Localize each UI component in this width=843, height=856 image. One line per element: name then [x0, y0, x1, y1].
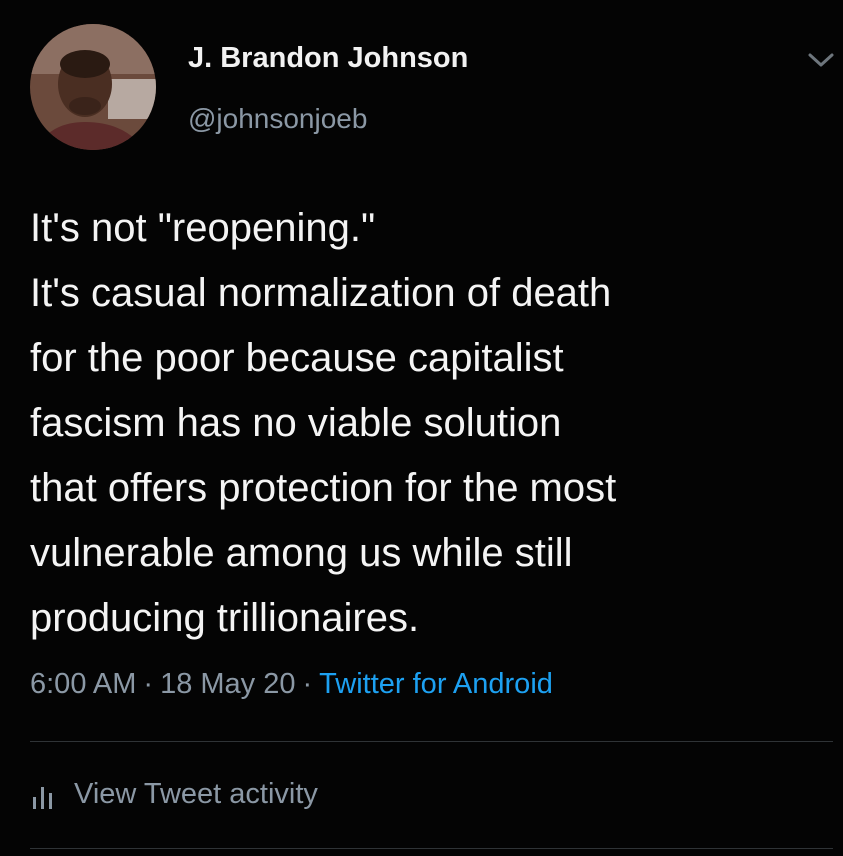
- tweet-text-line: that offers protection for the most: [30, 466, 617, 510]
- display-name[interactable]: J. Brandon Johnson: [188, 42, 468, 75]
- divider: [30, 848, 833, 849]
- user-handle[interactable]: @johnsonjoeb: [188, 103, 367, 135]
- tweet-date[interactable]: 18 May 20: [160, 668, 295, 700]
- meta-separator: ·: [143, 668, 154, 700]
- user-avatar-icon: [30, 24, 156, 150]
- tweet-source-link[interactable]: Twitter for Android: [319, 668, 553, 700]
- chevron-down-icon[interactable]: [806, 48, 836, 72]
- tweet-text-line: for the poor because capitalist: [30, 336, 564, 380]
- tweet-text-line: producing trillionaires.: [30, 596, 420, 640]
- tweet-text: It's not "reopening." It's casual normal…: [30, 196, 830, 651]
- tweet-text-line: fascism has no viable solution: [30, 401, 562, 445]
- tweet-time[interactable]: 6:00 AM: [30, 668, 136, 700]
- avatar[interactable]: [30, 24, 156, 150]
- divider: [30, 741, 833, 742]
- tweet-text-line: It's not "reopening.": [30, 206, 376, 250]
- bar-chart-icon: [30, 781, 56, 811]
- view-tweet-activity-label: View Tweet activity: [74, 777, 318, 810]
- tweet-meta: 6:00 AM · 18 May 20 · Twitter for Android: [30, 668, 553, 701]
- tweet-text-line: vulnerable among us while still: [30, 531, 573, 575]
- tweet-text-line: It's casual normalization of death: [30, 271, 612, 315]
- view-tweet-activity-button[interactable]: View Tweet activity: [30, 774, 318, 814]
- tweet-card: J. Brandon Johnson @johnsonjoeb It's not…: [0, 0, 843, 856]
- meta-separator: ·: [302, 668, 313, 700]
